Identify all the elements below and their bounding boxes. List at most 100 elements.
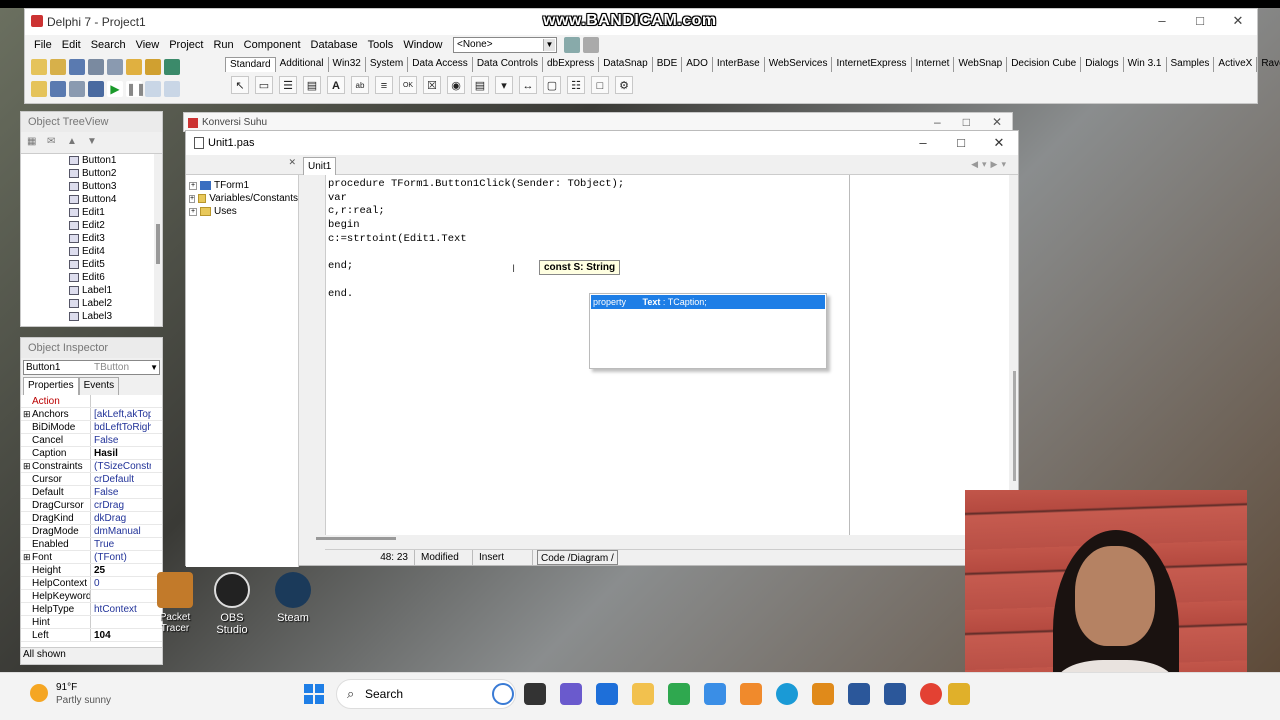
property-value[interactable]: crDefault [91,473,151,485]
tab-properties[interactable]: Properties [23,377,79,395]
tree-item[interactable]: Edit1 [69,206,162,219]
menu-run[interactable]: Run [208,38,238,52]
palette-tab[interactable]: WebServices [765,57,833,72]
view-form-icon[interactable] [50,81,66,97]
property-value[interactable] [91,616,151,628]
combobox-icon[interactable]: ▾ [495,76,513,94]
tree-item[interactable]: Button1 [69,154,162,167]
app-yellow-icon[interactable] [948,683,970,705]
menu-project[interactable]: Project [164,38,208,52]
save-all-icon[interactable] [88,59,104,75]
explorer-item[interactable]: + Variables/Constants [186,192,298,205]
help-icon[interactable] [164,59,180,75]
word-small-icon[interactable] [848,683,870,705]
minimize-icon[interactable]: – [1143,9,1181,33]
property-value[interactable] [91,395,151,407]
expand-icon[interactable]: ⊞ [23,460,31,472]
nav-arrows-icon[interactable]: ◀▾▶▾ [971,159,1010,170]
chevron-down-icon[interactable]: ▼ [150,361,158,374]
tree-scrollbar[interactable] [154,154,162,326]
property-value[interactable]: 104 [91,629,151,641]
frame-icon[interactable]: ▭ [255,76,273,94]
palette-tab[interactable]: Data Access [408,57,473,72]
panel-icon[interactable]: □ [591,76,609,94]
pause-icon[interactable]: ❚❚ [126,81,146,97]
add-file-icon[interactable] [126,59,142,75]
menu-search[interactable]: Search [86,38,131,52]
palette-tab[interactable]: ADO [682,57,713,72]
tree-item[interactable]: Button3 [69,180,162,193]
delete-item-icon[interactable]: ✉ [47,136,61,148]
expand-icon[interactable]: ⊞ [23,408,31,420]
close-icon[interactable]: ✕ [1219,9,1257,33]
palette-tab[interactable]: Data Controls [473,57,543,72]
wrench-icon[interactable] [583,37,599,53]
menu-file[interactable]: File [29,38,57,52]
property-row[interactable]: HelpKeyword [21,590,162,603]
property-value[interactable]: False [91,434,151,446]
maximize-icon[interactable]: □ [963,115,970,129]
palette-tab[interactable]: InterBase [713,57,765,72]
close-icon[interactable]: ✕ [288,157,296,168]
main-menu-icon[interactable]: ☰ [279,76,297,94]
property-row[interactable]: ⊞ Font (TFont) [21,551,162,564]
edge-icon[interactable] [776,683,798,705]
property-row[interactable]: BiDiMode bdLeftToRight [21,421,162,434]
property-row[interactable]: DragCursor crDrag [21,499,162,512]
step-over-icon[interactable] [164,81,180,97]
palette-tab[interactable]: Standard [225,57,276,72]
property-row[interactable]: Default False [21,486,162,499]
property-row[interactable]: HelpType htContext [21,603,162,616]
horizontal-scrollbar[interactable] [316,537,396,540]
property-row[interactable]: Cursor crDefault [21,473,162,486]
new-item-icon[interactable]: ▦ [27,136,41,148]
tab-events[interactable]: Events [78,377,120,395]
property-row[interactable]: Hint [21,616,162,629]
actionlist-icon[interactable]: ⚙ [615,76,633,94]
palette-tab[interactable]: Additional [276,57,329,72]
teams-chat-icon[interactable] [560,683,582,705]
property-row[interactable]: HelpContext 0 [21,577,162,590]
view-unit-icon[interactable] [31,81,47,97]
word-icon[interactable] [884,683,906,705]
property-row[interactable]: ⊞ Anchors [akLeft,akTop [21,408,162,421]
menu-tools[interactable]: Tools [363,38,399,52]
taskbar-search[interactable]: ⌕ Search [336,679,516,709]
sublime-icon[interactable] [812,683,834,705]
new-icon[interactable] [31,59,47,75]
property-value[interactable]: crDrag [91,499,151,511]
property-row[interactable]: Height 25 [21,564,162,577]
property-row[interactable]: Caption Hasil [21,447,162,460]
chevron-down-icon[interactable]: ▼ [543,39,555,51]
groupbox-icon[interactable]: ▢ [543,76,561,94]
tree-item[interactable]: Edit3 [69,232,162,245]
property-value[interactable]: bdLeftToRight [91,421,151,433]
code-area[interactable]: procedure TForm1.Button1Click(Sender: TO… [325,175,1009,535]
radiogroup-icon[interactable]: ☷ [567,76,585,94]
checkbox-icon[interactable]: ☒ [423,76,441,94]
scrollbar-icon[interactable]: ↔ [519,76,537,94]
palette-tab[interactable]: dbExpress [543,57,600,72]
tree-item[interactable]: Edit4 [69,245,162,258]
tree-item[interactable]: Label3 [69,310,162,323]
task-view-icon[interactable] [524,683,546,705]
maximize-icon[interactable]: □ [942,131,980,155]
property-value[interactable] [91,590,151,602]
component-combo[interactable]: <None> ▼ [453,37,557,53]
palette-tab[interactable]: Samples [1167,57,1215,72]
tree-item[interactable]: Button2 [69,167,162,180]
arrow-down-icon[interactable]: ▼ [87,136,101,148]
expand-icon[interactable]: + [189,207,197,216]
menu-window[interactable]: Window [398,38,447,52]
palette-tab[interactable]: Win 3.1 [1124,57,1167,72]
property-value[interactable]: False [91,486,151,498]
minimize-icon[interactable]: – [904,131,942,155]
property-row[interactable]: Cancel False [21,434,162,447]
palette-tab[interactable]: InternetExpress [832,57,912,72]
property-row[interactable]: Left 104 [21,629,162,642]
expand-icon[interactable]: + [189,194,196,203]
palette-tab[interactable]: Decision Cube [1007,57,1082,72]
obs-studio-desktop-icon[interactable]: OBS Studio [204,572,260,636]
property-value[interactable]: (TSizeConstra [91,460,151,472]
tree-item[interactable]: Edit2 [69,219,162,232]
